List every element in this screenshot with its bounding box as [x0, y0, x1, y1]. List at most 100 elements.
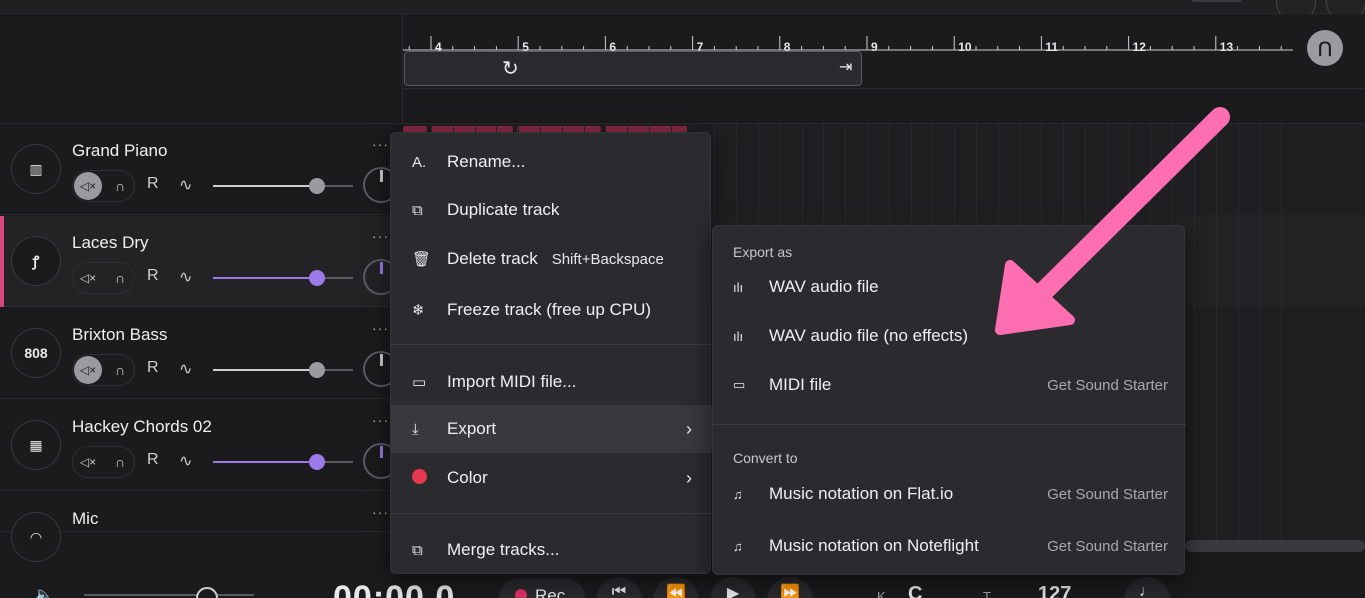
- volume-slider[interactable]: [213, 270, 353, 286]
- track-more-button[interactable]: ···: [372, 136, 389, 152]
- track-name[interactable]: Hackey Chords 02: [72, 417, 212, 437]
- volume-slider[interactable]: [213, 362, 353, 378]
- bar-number: 11: [1045, 40, 1059, 54]
- 808-icon[interactable]: 808: [11, 328, 61, 378]
- metronome-button[interactable]: ⋂: [1307, 30, 1343, 66]
- piano-icon[interactable]: ▥: [11, 144, 61, 194]
- record-arm-button[interactable]: R: [147, 359, 159, 377]
- key-value[interactable]: C: [908, 583, 922, 598]
- track-name[interactable]: Laces Dry: [72, 233, 149, 253]
- volume-knob[interactable]: [308, 178, 325, 194]
- menu-item-export[interactable]: ⤓ Export ›: [391, 405, 712, 453]
- track-header[interactable]: ▥ Grand Piano ··· ◁× ∩ R ∿: [0, 124, 403, 215]
- bar-number: 13: [1219, 40, 1234, 54]
- submenu-item-label: WAV audio file (no effects): [769, 326, 969, 345]
- solo-button[interactable]: ∩: [106, 264, 134, 292]
- track-more-button[interactable]: ···: [372, 412, 389, 428]
- submenu-item[interactable]: ♫ Music notation on Noteflight Get Sound S…: [713, 523, 1186, 569]
- upgrade-badge[interactable]: Get Sound Starter: [1047, 377, 1168, 394]
- tuner-button[interactable]: ♩: [1124, 577, 1170, 598]
- menu-item-merge-tracks[interactable]: ⧉ Merge tracks...: [391, 526, 712, 574]
- volume-knob[interactable]: [308, 362, 325, 378]
- tempo-value[interactable]: 127: [1038, 583, 1071, 598]
- solo-button[interactable]: ∩: [106, 448, 134, 476]
- record-dot-icon: [515, 589, 527, 598]
- loop-region[interactable]: ↻ ⇥: [404, 51, 862, 86]
- record-button[interactable]: Rec: [499, 578, 585, 598]
- mute-button[interactable]: ◁×: [74, 356, 102, 384]
- master-volume-knob[interactable]: [196, 587, 218, 598]
- drum-icon[interactable]: ꝭ: [11, 236, 61, 286]
- solo-button[interactable]: ∩: [106, 356, 134, 384]
- automation-icon[interactable]: ∿: [179, 359, 192, 379]
- track-more-button[interactable]: ···: [372, 504, 389, 520]
- loop-icon[interactable]: ↻: [502, 56, 519, 81]
- rewind-button[interactable]: ⏪: [653, 577, 699, 598]
- skip-back-button[interactable]: ⏮: [596, 577, 642, 598]
- record-arm-button[interactable]: R: [147, 267, 159, 285]
- record-arm-button[interactable]: R: [147, 451, 159, 469]
- menu-item-delete-track[interactable]: 🗑 Delete track Shift+Backspace: [391, 235, 712, 283]
- master-volume-slider[interactable]: [84, 594, 254, 596]
- duplicate-icon: ⧉: [412, 201, 423, 219]
- upgrade-badge[interactable]: Get Sound Starter: [1047, 538, 1168, 555]
- automation-icon[interactable]: ∿: [179, 451, 192, 471]
- headphones-icon: ∩: [114, 454, 126, 470]
- headphones-icon: ∩: [114, 178, 126, 194]
- track-header[interactable]: ▦ Hackey Chords 02 ··· ◁× ∩ R ∿: [0, 400, 403, 491]
- menu-item-label: Freeze track (free up CPU): [447, 300, 652, 319]
- track-more-button[interactable]: ···: [372, 320, 389, 336]
- fast-forward-button[interactable]: ⏩: [767, 577, 813, 598]
- speaker-icon[interactable]: 🔈: [34, 585, 54, 598]
- keyboard-icon[interactable]: ▦: [11, 420, 61, 470]
- mute-button[interactable]: ◁×: [74, 264, 102, 292]
- menu-item-freeze-track-free-up-cpu[interactable]: ❄ Freeze track (free up CPU): [391, 286, 712, 334]
- track-header[interactable]: ◠ Mic ···: [0, 492, 403, 562]
- automation-icon[interactable]: ∿: [179, 267, 192, 287]
- menu-item-rename[interactable]: A. Rename...: [391, 138, 712, 186]
- mute-icon: ◁×: [79, 363, 97, 377]
- volume-knob[interactable]: [308, 270, 325, 286]
- volume-knob[interactable]: [308, 454, 325, 470]
- menu-item-duplicate-track[interactable]: ⧉ Duplicate track: [391, 186, 712, 234]
- download-icon: ⤓: [412, 420, 419, 438]
- submenu-item-label: WAV audio file: [769, 277, 879, 296]
- horizontal-scrollbar[interactable]: [1185, 540, 1365, 552]
- record-arm-button[interactable]: R: [147, 175, 159, 193]
- menu-separator: [391, 344, 712, 345]
- menu-item-label: Merge tracks...: [447, 540, 560, 559]
- menu-item-label: Color: [447, 468, 488, 487]
- upgrade-badge[interactable]: Get Sound Starter: [1047, 486, 1168, 503]
- play-button[interactable]: ▶: [710, 577, 756, 598]
- menu-item-label: Import MIDI file...: [447, 372, 577, 391]
- convert-to-header: Convert to: [733, 450, 798, 466]
- top-toolbar-button[interactable]: [1192, 0, 1242, 2]
- grid-line: [1259, 124, 1261, 544]
- menu-item-color[interactable]: Color ›: [391, 454, 712, 502]
- menu-item-import-midi-file[interactable]: ▭ Import MIDI file...: [391, 358, 712, 406]
- volume-slider[interactable]: [213, 454, 353, 470]
- mute-button[interactable]: ◁×: [74, 172, 102, 200]
- mute-button[interactable]: ◁×: [74, 448, 102, 476]
- track-header[interactable]: 808 Brixton Bass ··· ◁× ∩ R ∿: [0, 308, 403, 399]
- automation-icon[interactable]: ∿: [179, 175, 192, 195]
- track-name[interactable]: Brixton Bass: [72, 325, 167, 345]
- mute-icon: ◁×: [79, 271, 97, 285]
- track-name[interactable]: Mic: [72, 509, 98, 529]
- color-dot-icon: [412, 468, 447, 488]
- submenu-item[interactable]: ♫ Music notation on Flat.io Get Sound Star…: [713, 471, 1186, 517]
- trash-icon: 🗑: [412, 251, 432, 268]
- track-name[interactable]: Grand Piano: [72, 141, 167, 161]
- music-note-icon: ♫: [733, 486, 743, 502]
- volume-fill: [213, 461, 317, 463]
- tempo-label: T: [983, 589, 991, 598]
- volume-slider[interactable]: [213, 178, 353, 194]
- export-as-header: Export as: [733, 244, 793, 260]
- submenu-item[interactable]: ▭ MIDI file Get Sound Starter: [713, 362, 1186, 408]
- fast-forward-icon: ⏩: [780, 585, 800, 598]
- mic-icon[interactable]: ◠: [11, 512, 61, 562]
- loop-end-handle-icon[interactable]: ⇥: [839, 57, 852, 77]
- track-more-button[interactable]: ···: [372, 228, 389, 244]
- track-header[interactable]: ꝭ Laces Dry ··· ◁× ∩ R ∿: [0, 216, 403, 307]
- solo-button[interactable]: ∩: [106, 172, 134, 200]
